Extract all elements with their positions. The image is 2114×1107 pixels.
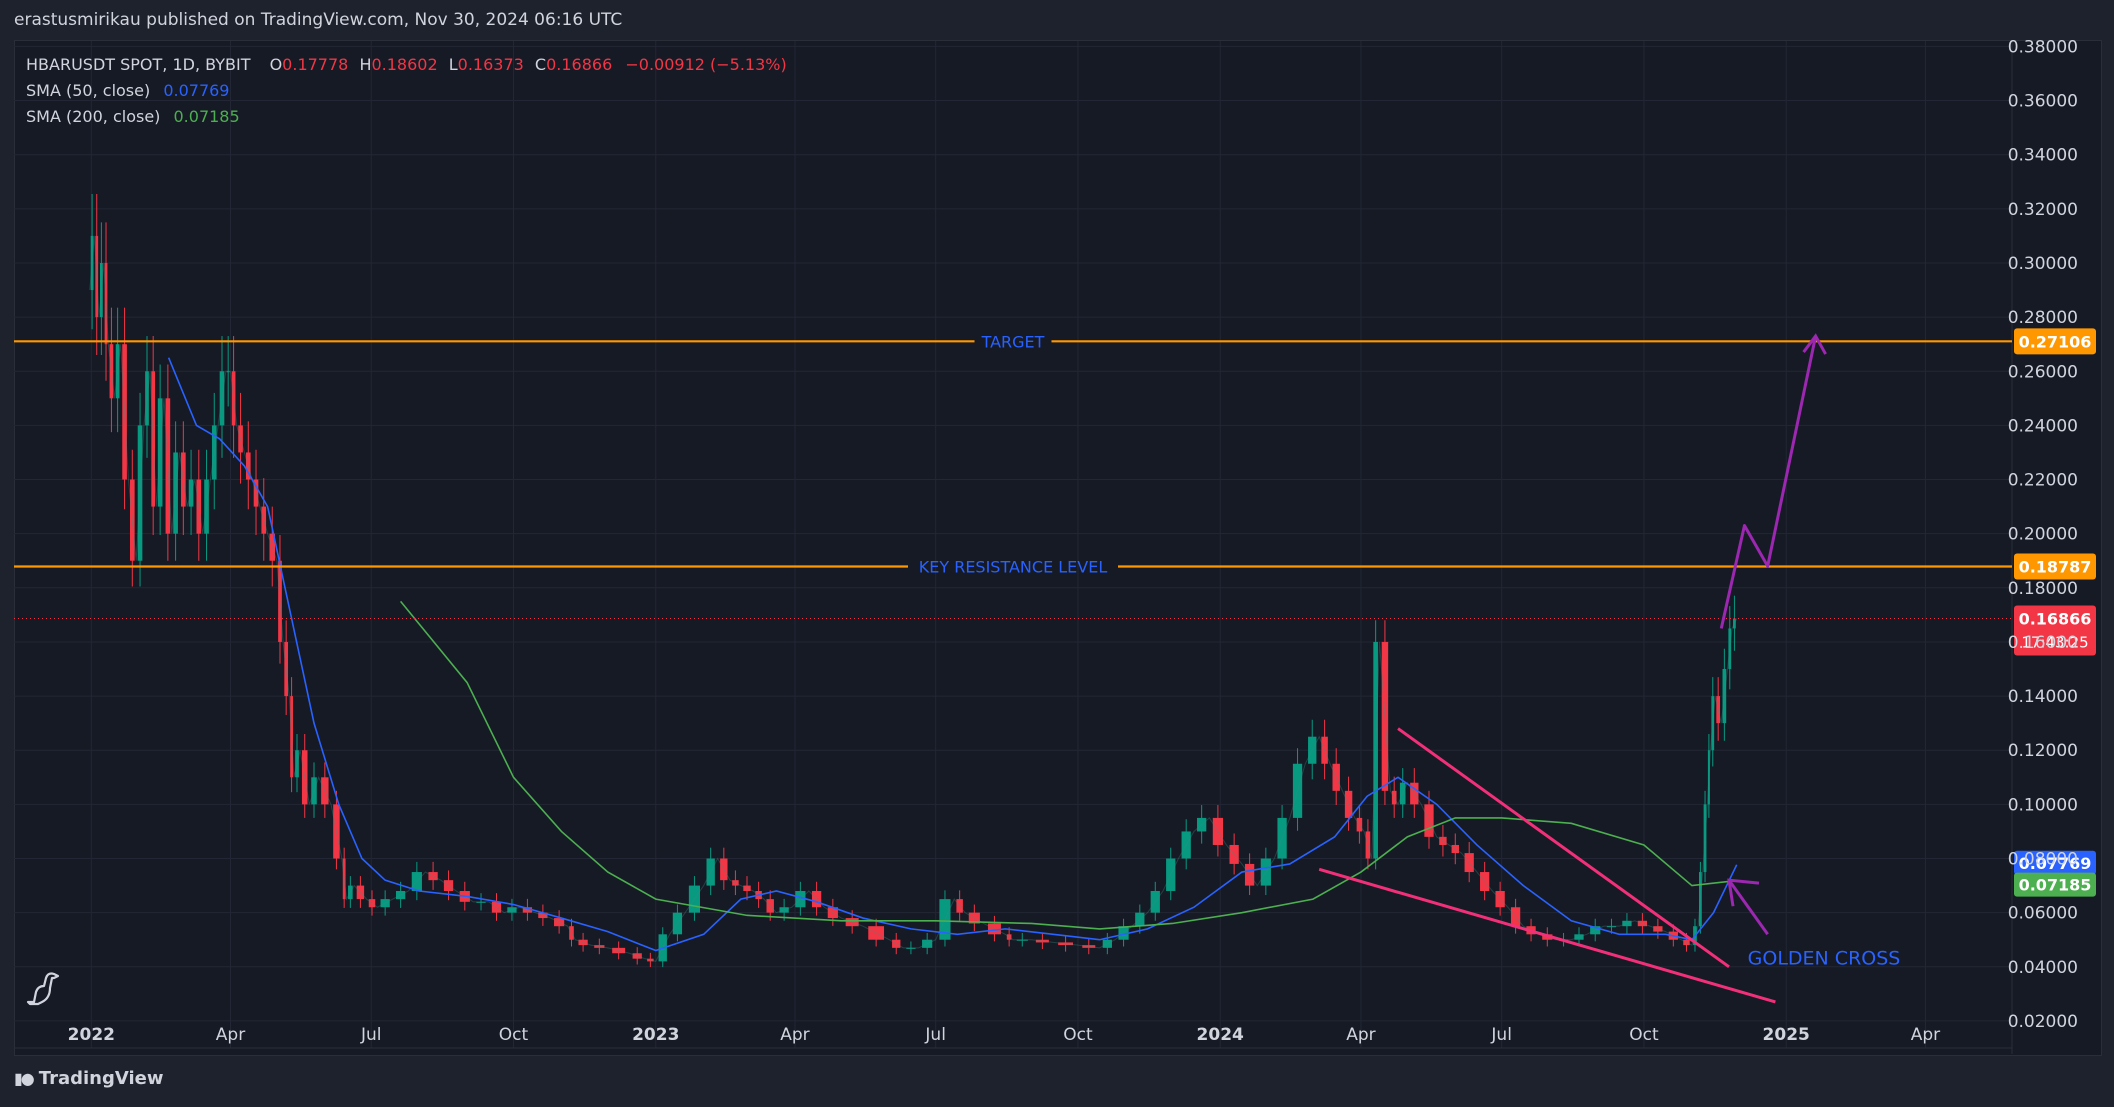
price-tick-label: 0.26000 bbox=[2008, 362, 2078, 382]
legend-row-sma50[interactable]: SMA (50, close) 0.07769 bbox=[26, 78, 787, 104]
tradingview-brand[interactable]: ▮● TradingView bbox=[14, 1068, 163, 1089]
price-chart[interactable]: TARGET 0.27106 KEY RESISTANCE LEVEL 0.18787… bbox=[0, 0, 2114, 1107]
time-tick-label: Jul bbox=[924, 1025, 946, 1045]
legend-sma200-value: 0.07185 bbox=[173, 107, 240, 126]
level-axis-label: 0.18787 bbox=[2019, 558, 2092, 577]
sma200-line bbox=[399, 600, 1737, 930]
price-tick-label: 0.36000 bbox=[2008, 92, 2078, 112]
price-tick-label: 0.10000 bbox=[2008, 795, 2078, 815]
price-tick-label: 0.20000 bbox=[2008, 525, 2078, 545]
wedge-upper-line bbox=[1397, 727, 1730, 969]
price-tick-label: 0.22000 bbox=[2008, 471, 2078, 491]
price-tick-label: 0.14000 bbox=[2008, 687, 2078, 707]
level-axis-label: 0.27106 bbox=[2019, 332, 2092, 351]
time-tick-label: Oct bbox=[1629, 1025, 1659, 1045]
time-tick-label: 2025 bbox=[1763, 1025, 1810, 1045]
golden-cross-arrow bbox=[1727, 879, 1769, 936]
time-tick-label: Apr bbox=[216, 1025, 245, 1045]
price-tick-label: 0.30000 bbox=[2008, 254, 2078, 274]
brand-name: TradingView bbox=[38, 1068, 164, 1089]
price-tick-label: 0.02000 bbox=[2008, 1012, 2078, 1032]
sma200-axis-label: 0.07185 bbox=[2019, 876, 2092, 895]
legend-close-value: 0.16866 bbox=[546, 55, 613, 74]
projection-path bbox=[1719, 335, 1818, 629]
time-tick-label: Oct bbox=[499, 1025, 529, 1045]
wedge-lower-line bbox=[1318, 867, 1776, 1004]
price-tick-label: 0.04000 bbox=[2008, 958, 2078, 978]
time-tick-label: Apr bbox=[780, 1025, 809, 1045]
legend-high-key: H bbox=[359, 55, 372, 74]
dinosaur-icon[interactable] bbox=[24, 968, 64, 1008]
price-tick-label: 0.28000 bbox=[2008, 308, 2078, 328]
legend-high-value: 0.18602 bbox=[371, 55, 438, 74]
time-tick-label: Oct bbox=[1063, 1025, 1093, 1045]
price-tick-label: 0.06000 bbox=[2008, 904, 2078, 924]
chart-legend: HBARUSDT SPOT, 1D, BYBIT O0.17778 H0.186… bbox=[26, 52, 787, 130]
tradingview-logo-icon: ▮● bbox=[14, 1069, 35, 1088]
legend-open-value: 0.17778 bbox=[282, 55, 349, 74]
level-label: TARGET bbox=[981, 332, 1045, 351]
legend-open-key: O bbox=[269, 55, 283, 74]
legend-sma200-label[interactable]: SMA (200, close) bbox=[26, 107, 160, 126]
legend-sma50-value: 0.07769 bbox=[163, 81, 230, 100]
price-tick-label: 0.12000 bbox=[2008, 741, 2078, 761]
legend-row-sma200[interactable]: SMA (200, close) 0.07185 bbox=[26, 104, 787, 130]
legend-row-symbol[interactable]: HBARUSDT SPOT, 1D, BYBIT O0.17778 H0.186… bbox=[26, 52, 787, 78]
level-label: KEY RESISTANCE LEVEL bbox=[919, 558, 1108, 577]
current-price-label: 0.16866 bbox=[2019, 610, 2092, 629]
time-tick-label: Jul bbox=[360, 1025, 382, 1045]
legend-close-key: C bbox=[534, 55, 547, 74]
legend-symbol[interactable]: HBARUSDT SPOT, 1D, BYBIT bbox=[26, 55, 250, 74]
legend-low-key: L bbox=[448, 55, 458, 74]
price-tick-label: 0.38000 bbox=[2008, 37, 2078, 57]
price-tick-label: 0.24000 bbox=[2008, 416, 2078, 436]
golden-cross-label: GOLDEN CROSS bbox=[1748, 947, 1901, 969]
time-tick-label: Jul bbox=[1490, 1025, 1512, 1045]
price-tick-label: 0.32000 bbox=[2008, 200, 2078, 220]
price-tick-label: 0.16000 bbox=[2008, 633, 2078, 653]
time-tick-label: 2024 bbox=[1197, 1025, 1244, 1045]
legend-low-value: 0.16373 bbox=[457, 55, 524, 74]
legend-sma50-label[interactable]: SMA (50, close) bbox=[26, 81, 150, 100]
time-tick-label: 2022 bbox=[68, 1025, 115, 1045]
price-tick-label: 0.18000 bbox=[2008, 579, 2078, 599]
time-tick-label: Apr bbox=[1911, 1025, 1940, 1045]
legend-change-value: −0.00912 (−5.13%) bbox=[625, 55, 787, 74]
price-tick-label: 0.34000 bbox=[2008, 146, 2078, 166]
time-tick-label: 2023 bbox=[632, 1025, 679, 1045]
time-tick-label: Apr bbox=[1346, 1025, 1375, 1045]
price-tick-label: 0.08000 bbox=[2008, 850, 2078, 870]
